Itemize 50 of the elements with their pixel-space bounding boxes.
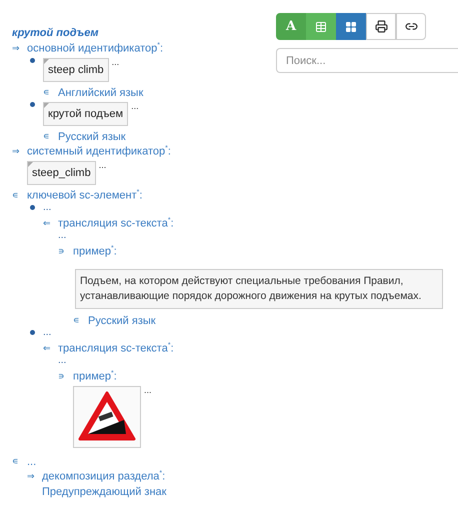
relation-symbol: ∊	[43, 132, 50, 142]
table-icon	[315, 20, 327, 32]
relation-label[interactable]: ключевой sc-элемент$^{*}$:	[27, 189, 142, 202]
bullet-icon	[30, 205, 35, 210]
more-link[interactable]: ...	[144, 386, 152, 394]
grid-icon	[345, 20, 357, 32]
identifier-field[interactable]: steep_climb	[27, 161, 96, 185]
grid-button[interactable]	[336, 13, 366, 40]
relation-label[interactable]: системный идентификатор$^{*}$:	[27, 145, 171, 158]
relation-symbol: ∊	[12, 456, 20, 466]
link-button[interactable]	[396, 13, 426, 40]
relation-symbol: ∊	[73, 316, 80, 326]
letter-button[interactable]: A	[276, 13, 306, 40]
ellipsis-link[interactable]: ...	[43, 202, 52, 213]
relation-symbol: ⇒	[12, 146, 21, 156]
relation-label[interactable]: пример$^{*}$:	[73, 245, 117, 258]
printer-icon	[374, 20, 388, 33]
relation-symbol: ⇐	[43, 344, 52, 354]
ellipsis-link[interactable]: ...	[58, 230, 66, 241]
relation-symbol: ⇐	[43, 218, 52, 228]
relation-label[interactable]: основной идентификатор$^{*}$:	[27, 42, 164, 55]
more-link[interactable]: ...	[131, 102, 139, 110]
identifier-field[interactable]: steep climb	[43, 58, 109, 82]
ellipsis-link[interactable]: ...	[58, 355, 66, 366]
more-link[interactable]: ...	[112, 58, 120, 66]
more-link[interactable]: ...	[98, 161, 106, 169]
relation-label[interactable]: декомпозиция раздела$^{*}$:	[42, 470, 166, 483]
relation-label[interactable]: пример$^{*}$:	[73, 370, 117, 383]
relation-label[interactable]: Русский язык	[58, 130, 126, 142]
relation-label[interactable]: трансляция sc-текста$^{*}$:	[58, 217, 174, 230]
ellipsis-link[interactable]: ...	[43, 327, 52, 338]
bullet-icon	[30, 330, 35, 335]
bullet-icon	[30, 58, 35, 63]
print-button[interactable]	[366, 13, 396, 40]
relation-symbol: ∍	[58, 372, 66, 382]
relation-symbol: ⇒	[12, 44, 21, 54]
relation-label[interactable]: трансляция sc-текста$^{*}$:	[58, 342, 174, 355]
relation-label[interactable]: Английский язык	[58, 86, 144, 98]
relation-symbol: ∍	[58, 246, 66, 256]
definition-text: Подъем, на котором действуют специальные требования Правил, устанавливающие порядок дорожного движения на крутых подъемах.	[75, 269, 443, 309]
bullet-icon	[30, 102, 35, 107]
section-link[interactable]: Предупреждающий знак	[42, 484, 166, 500]
relation-symbol: ∊	[43, 88, 50, 98]
page-title: крутой подъем	[12, 27, 99, 39]
relation-symbol: ∊	[12, 190, 20, 200]
relation-label[interactable]: Русский язык	[88, 314, 156, 326]
identifier-field[interactable]: крутой подъем	[43, 102, 128, 126]
relation-symbol: ⇒	[27, 472, 36, 482]
search-field[interactable]: Поиск...	[276, 48, 458, 73]
relation-label[interactable]: ...	[27, 456, 36, 468]
